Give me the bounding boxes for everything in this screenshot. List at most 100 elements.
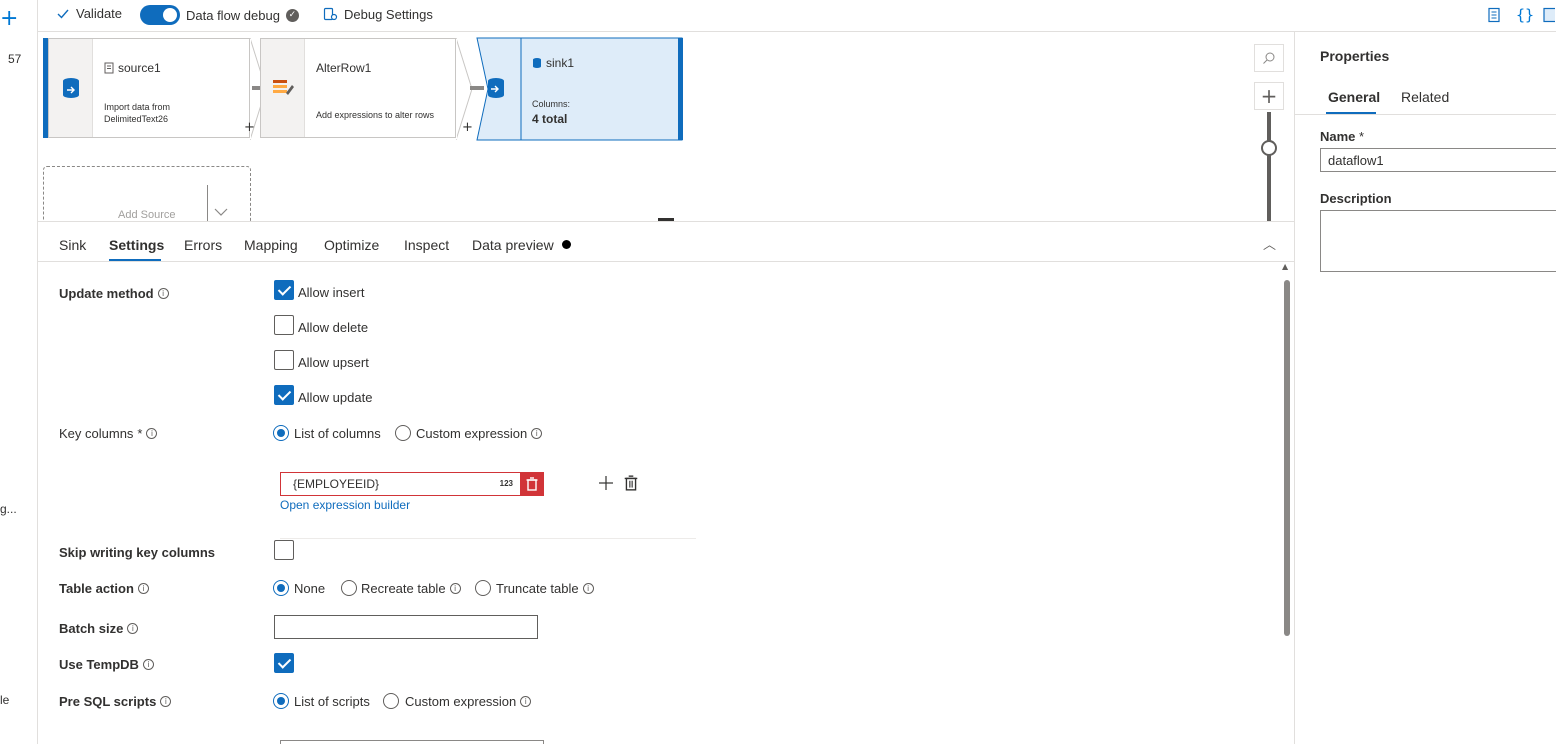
zoom-slider-track[interactable] (1267, 112, 1271, 221)
node-title: source1 (118, 61, 161, 75)
zoom-slider-handle[interactable] (1261, 140, 1277, 156)
info-icon[interactable]: i (127, 623, 139, 634)
use-tempdb-label: Use TempDB i (59, 657, 154, 672)
add-transform-button[interactable]: + (462, 120, 473, 135)
delete-expression-button[interactable] (520, 472, 544, 496)
info-icon[interactable]: i (520, 696, 532, 707)
add-key-column-icon[interactable] (598, 475, 614, 491)
count-label: 57 (8, 52, 22, 66)
info-icon[interactable]: i (531, 428, 543, 439)
name-field-label: Name * (1320, 129, 1365, 144)
alter-row-icon (272, 80, 294, 95)
batch-size-input[interactable] (274, 615, 538, 639)
list-of-columns-label: List of columns (294, 426, 381, 441)
data-flow-canvas[interactable]: source1 Import data from DelimitedText26… (38, 32, 1294, 222)
name-field[interactable] (1320, 148, 1556, 172)
collapse-panel-icon[interactable]: ︿ (1263, 234, 1276, 253)
recreate-table-label: Recreate table i (361, 581, 461, 596)
truncate-table-radio[interactable] (475, 580, 491, 596)
info-icon[interactable]: i (142, 659, 154, 670)
tab-sink[interactable]: Sink (59, 237, 86, 253)
key-column-expression-input[interactable]: {EMPLOYEEID} 123 (280, 472, 544, 496)
skip-key-columns-checkbox[interactable] (274, 540, 294, 560)
truncated-item-label[interactable]: g... (0, 502, 17, 516)
validate-label: Validate (76, 6, 123, 21)
scrollbar-thumb[interactable] (1284, 280, 1290, 636)
truncated-item-label-2[interactable]: le (0, 693, 9, 707)
recreate-table-radio[interactable] (341, 580, 357, 596)
add-source-placeholder[interactable]: Add Source (43, 166, 251, 221)
truncate-table-label: Truncate table i (496, 581, 594, 596)
integer-type-badge: 123 (499, 479, 513, 488)
info-icon[interactable]: i (157, 288, 169, 299)
allow-upsert-checkbox[interactable] (274, 350, 294, 370)
table-action-none-radio[interactable] (273, 580, 289, 596)
allow-update-checkbox[interactable] (274, 385, 294, 405)
validate-button[interactable]: Validate (56, 6, 122, 21)
pane-resize-handle[interactable] (658, 218, 674, 221)
open-expression-builder-link[interactable]: Open expression builder (280, 498, 410, 512)
node-description: Import data from DelimitedText26 (104, 102, 171, 124)
tab-errors[interactable]: Errors (184, 237, 222, 253)
add-transform-button[interactable]: + (244, 120, 255, 135)
custom-expression-radio[interactable] (395, 425, 411, 441)
toggle-switch[interactable] (140, 5, 180, 25)
tab-optimize[interactable]: Optimize (324, 237, 379, 253)
source1-node[interactable]: source1 Import data from DelimitedText26 (48, 38, 250, 138)
allow-update-label: Allow update (298, 390, 373, 405)
properties-panel-icon[interactable] (1541, 4, 1556, 26)
tab-settings[interactable]: Settings (109, 237, 164, 253)
delimited-file-icon (104, 62, 114, 74)
unsaved-dot-icon (561, 240, 571, 249)
table-action-none-label: None (294, 581, 326, 596)
info-icon[interactable]: i (160, 696, 172, 707)
source-icon-column (49, 39, 93, 137)
alterrow1-node[interactable]: AlterRow1 Add expressions to alter rows (260, 38, 456, 138)
list-of-scripts-label: List of scripts (294, 694, 370, 709)
data-flow-debug-toggle[interactable]: Data flow debug ✓ (140, 5, 299, 25)
info-icon[interactable]: i (146, 428, 158, 439)
active-tab-indicator (109, 259, 161, 261)
chevron-down-icon (214, 208, 228, 216)
allow-delete-label: Allow delete (298, 320, 369, 335)
info-icon[interactable]: i (137, 583, 149, 594)
properties-panel: Properties General Related Name * Descri… (1294, 32, 1556, 744)
expression-value: {EMPLOYEEID} (293, 477, 380, 491)
debug-settings-button[interactable]: Debug Settings (322, 6, 433, 22)
zoom-in-button[interactable]: + (1254, 82, 1284, 110)
tab-data-preview[interactable]: Data preview (472, 237, 571, 253)
code-braces-icon[interactable]: {} (1514, 4, 1536, 26)
tab-general[interactable]: General (1328, 89, 1380, 105)
toolbar: Validate Data flow debug ✓ Debug Setting… (38, 0, 1556, 32)
description-field[interactable] (1320, 210, 1556, 272)
notes-icon[interactable] (1483, 4, 1505, 26)
plus-icon: + (1260, 84, 1278, 108)
sink-icon (487, 77, 505, 102)
info-icon[interactable]: i (449, 583, 461, 594)
update-method-label: Update method i (59, 286, 169, 301)
node-title: sink1 (546, 56, 575, 70)
pre-sql-custom-expression-radio[interactable] (383, 693, 399, 709)
tab-mapping[interactable]: Mapping (244, 237, 298, 253)
info-icon[interactable]: i (582, 583, 594, 594)
allow-upsert-label: Allow upsert (298, 355, 369, 370)
table-action-label: Table action i (59, 581, 149, 596)
tab-related[interactable]: Related (1401, 89, 1449, 105)
allow-insert-checkbox[interactable] (274, 280, 294, 300)
search-canvas-button[interactable] (1254, 44, 1284, 72)
search-icon (1263, 52, 1275, 64)
use-tempdb-checkbox[interactable] (274, 653, 294, 673)
database-source-icon (62, 78, 79, 98)
remove-key-column-icon[interactable] (624, 475, 638, 491)
scroll-up-arrow[interactable]: ▲ (1282, 262, 1288, 271)
allow-delete-checkbox[interactable] (274, 315, 294, 335)
pre-sql-scripts-label: Pre SQL scripts i (59, 694, 172, 709)
sink1-node[interactable]: sink1 (532, 56, 574, 70)
node-description: Add expressions to alter rows (316, 110, 435, 120)
tab-inspect[interactable]: Inspect (404, 237, 449, 253)
list-of-columns-radio[interactable] (273, 425, 289, 441)
list-of-scripts-radio[interactable] (273, 693, 289, 709)
add-icon[interactable]: + (0, 8, 18, 30)
add-source-label: Add Source (118, 209, 176, 221)
pre-sql-script-input[interactable] (280, 740, 544, 744)
